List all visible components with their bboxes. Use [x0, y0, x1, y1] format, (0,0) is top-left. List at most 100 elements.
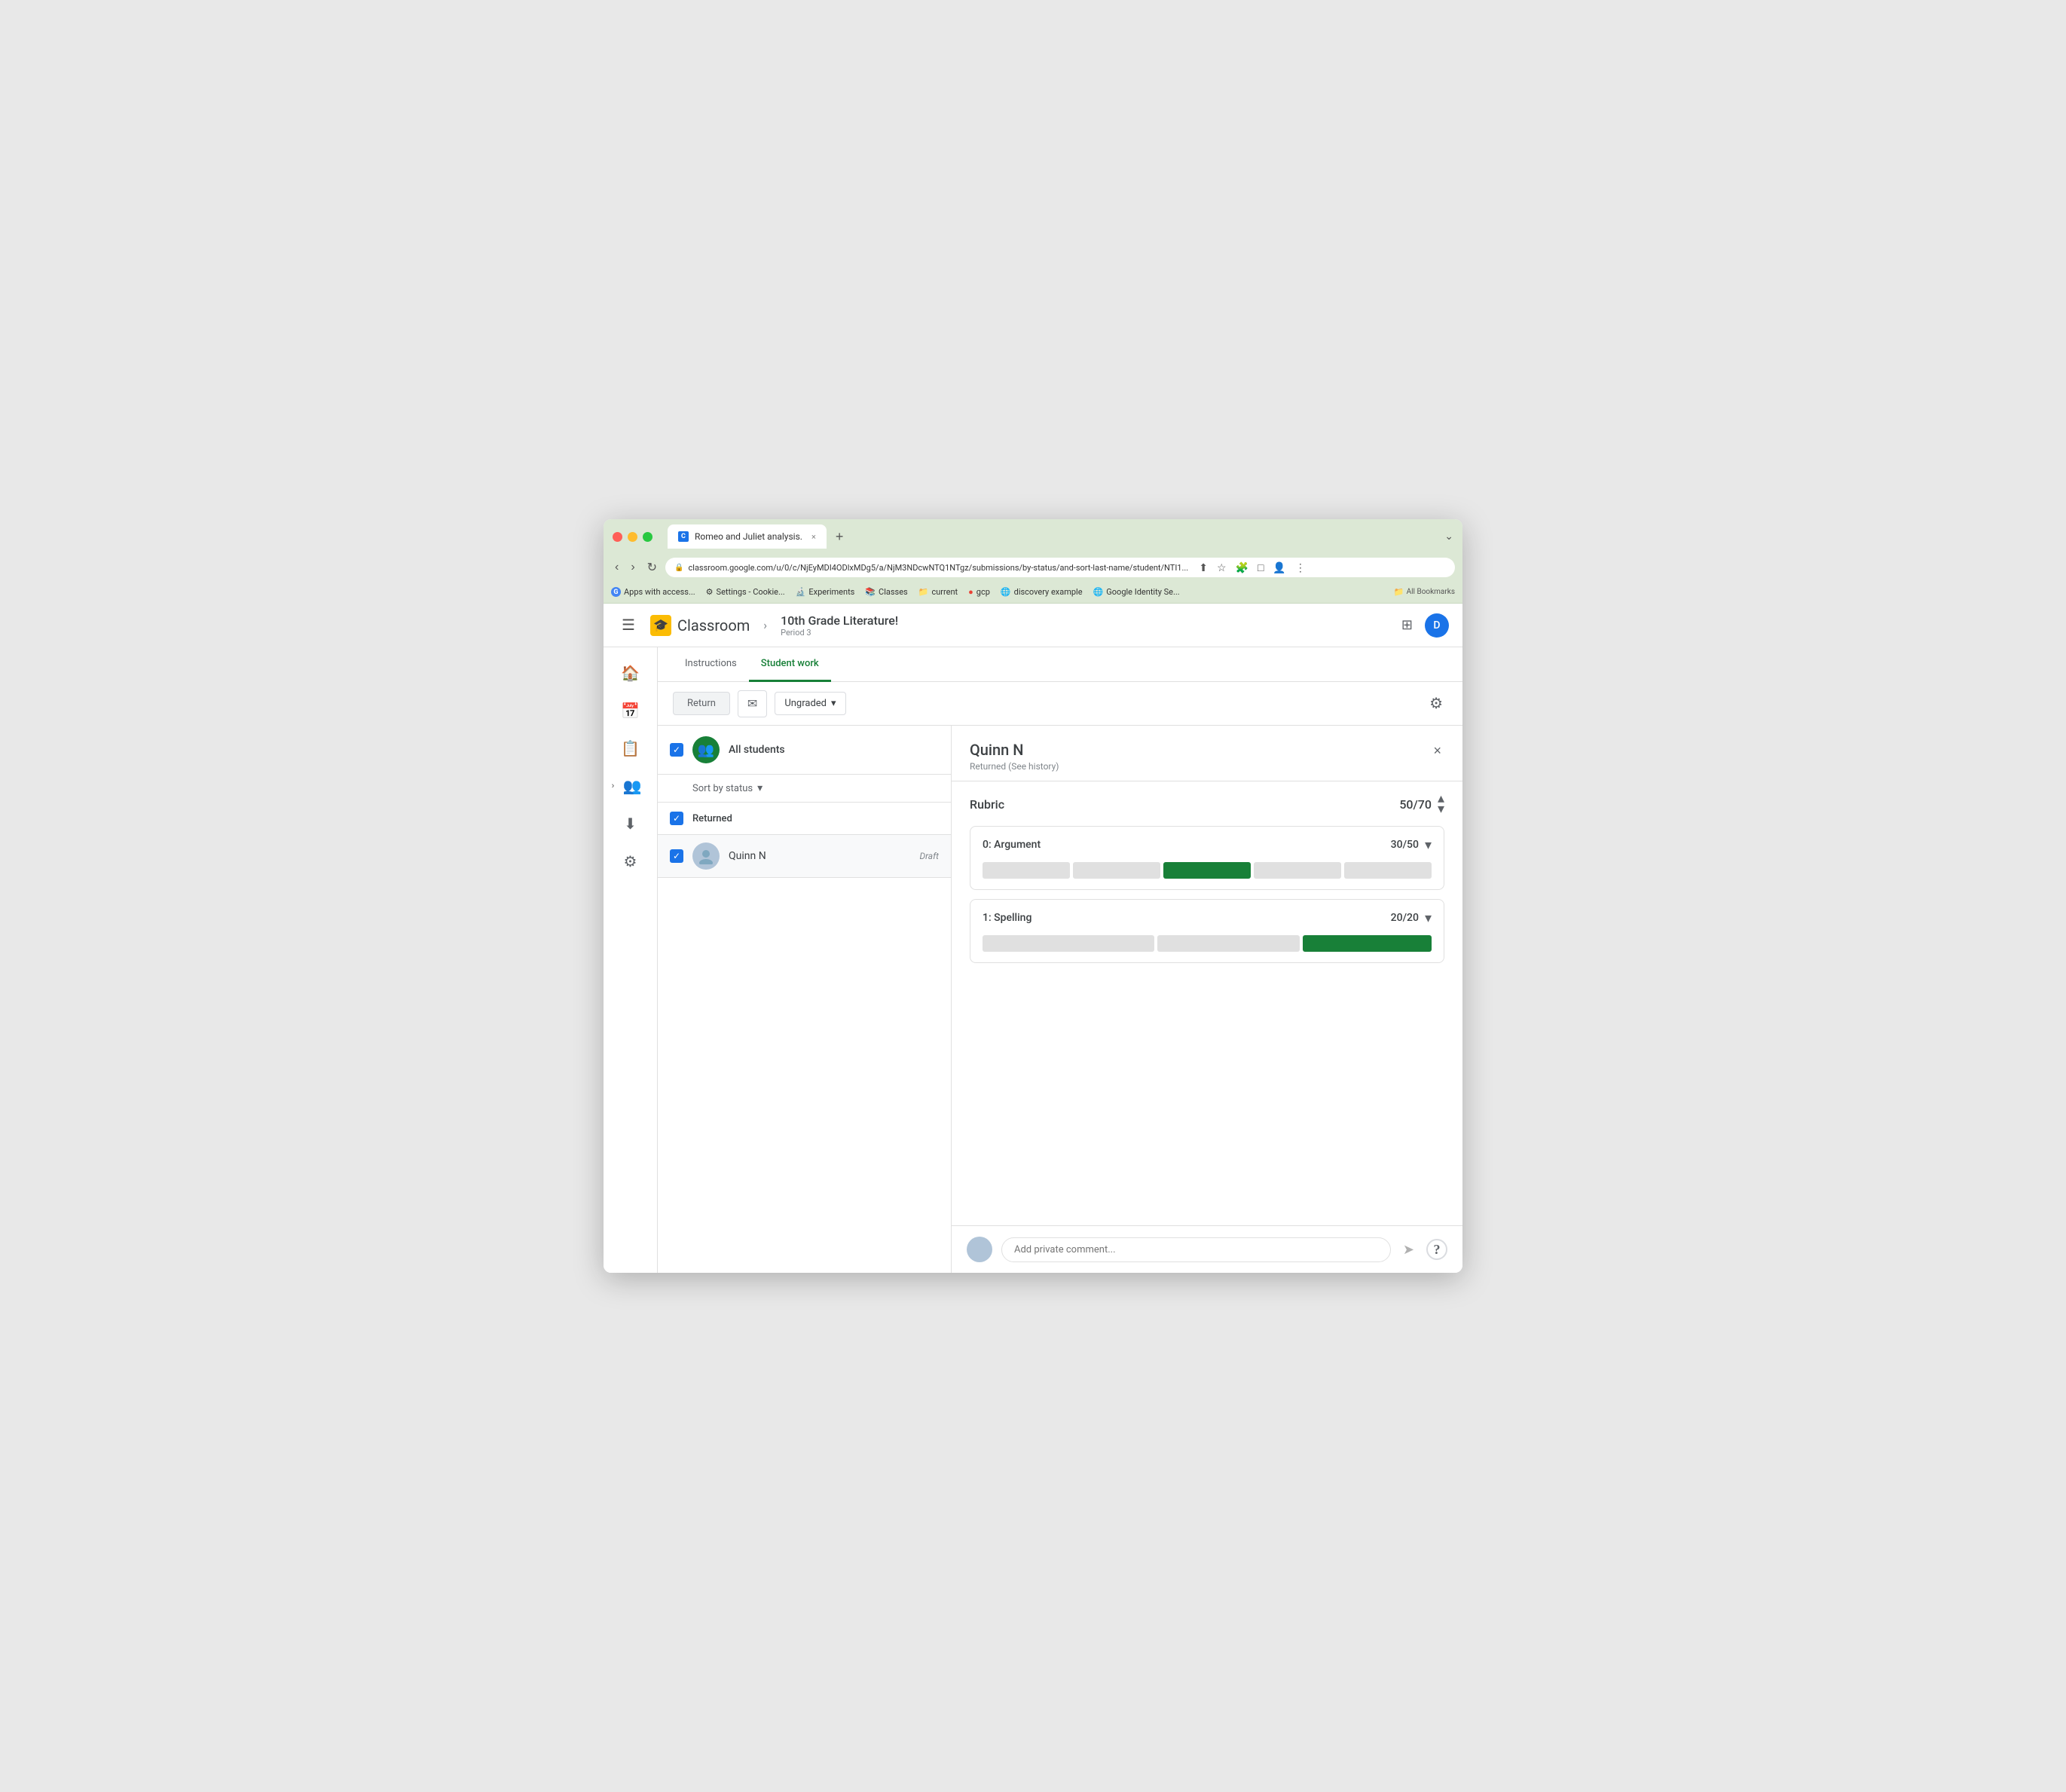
- rubric-score-toggle[interactable]: ▴▾: [1438, 794, 1444, 815]
- tab-instructions[interactable]: Instructions: [673, 647, 749, 682]
- work-split: ✓ 👥 All students Sort by status ▾: [658, 726, 1462, 1273]
- criterion-expand-icon[interactable]: ▾: [1425, 837, 1432, 853]
- sidebar-expand-people-button[interactable]: ›: [612, 781, 615, 790]
- app-header: ☰ 🎓 Classroom › 10th Grade Literature! P…: [604, 604, 1462, 647]
- send-comment-button[interactable]: ➤: [1400, 1239, 1417, 1261]
- bookmark-icon[interactable]: ☆: [1214, 560, 1230, 576]
- student-checkbox[interactable]: ✓: [670, 849, 683, 863]
- chevron-down-icon: ▾: [831, 698, 836, 709]
- bookmark-settings[interactable]: ⚙ Settings - Cookie...: [706, 587, 785, 597]
- sidebar: 🏠 📅 📋 › 👥 ⬇ ⚙: [604, 647, 658, 1273]
- detail-close-button[interactable]: ×: [1430, 741, 1444, 760]
- lock-icon: 🔒: [674, 564, 683, 572]
- active-tab[interactable]: C Romeo and Juliet analysis. ×: [668, 524, 827, 549]
- bookmark-classes[interactable]: 📚 Classes: [865, 587, 907, 597]
- sidebar-assignment-button[interactable]: 📋: [614, 732, 647, 765]
- forward-button[interactable]: ›: [627, 558, 638, 576]
- criterion-spelling: 1: Spelling 20/20 ▾: [970, 899, 1444, 963]
- spelling-score-bar: [983, 935, 1432, 952]
- tab-navigation: Instructions Student work: [658, 647, 1462, 682]
- sidebar-download-button[interactable]: ⬇: [614, 807, 647, 840]
- bar-segment-2[interactable]: [1157, 935, 1300, 952]
- share-icon[interactable]: ⬆: [1196, 560, 1211, 576]
- extensions-icon[interactable]: 🧩: [1233, 560, 1252, 576]
- tab-close-icon[interactable]: ×: [811, 532, 816, 542]
- student-name: Quinn N: [729, 850, 910, 862]
- minimize-traffic-light[interactable]: [628, 532, 637, 542]
- return-button[interactable]: Return: [673, 692, 730, 715]
- sidebar-toggle[interactable]: □: [1255, 560, 1267, 575]
- email-button[interactable]: ✉: [738, 690, 767, 717]
- bookmark-discovery[interactable]: 🌐 discovery example: [1001, 587, 1083, 597]
- student-detail: Quinn N Returned (See history) × Rubric: [952, 726, 1462, 1273]
- close-traffic-light[interactable]: [613, 532, 622, 542]
- bar-segment-4[interactable]: [1254, 862, 1341, 879]
- bar-segment-3-selected[interactable]: [1303, 935, 1432, 952]
- check-icon: ✓: [673, 745, 680, 755]
- address-actions: ⬆ ☆ 🧩 □ 👤 ⋮: [1196, 560, 1309, 576]
- student-status-badge: Draft: [919, 851, 939, 861]
- all-bookmarks[interactable]: 📁 All Bookmarks: [1394, 587, 1455, 597]
- help-button[interactable]: ?: [1426, 1239, 1447, 1260]
- bookmark-google-identity[interactable]: 🌐 Google Identity Se...: [1093, 587, 1180, 597]
- hamburger-menu[interactable]: ☰: [617, 611, 640, 639]
- bar-segment-3-selected[interactable]: [1163, 862, 1251, 879]
- criterion-expand-icon[interactable]: ▾: [1425, 910, 1432, 926]
- grade-select[interactable]: Ungraded ▾: [775, 692, 845, 715]
- classroom-icon: 🎓: [650, 615, 671, 636]
- check-icon: ✓: [673, 813, 680, 824]
- criterion-score: 30/50: [1391, 839, 1419, 851]
- back-button[interactable]: ‹: [611, 558, 622, 576]
- bookmark-label: gcp: [976, 587, 990, 597]
- avatar[interactable]: D: [1425, 613, 1449, 638]
- more-icon[interactable]: ⋮: [1292, 560, 1309, 576]
- all-students-icon: 👥: [692, 736, 720, 763]
- all-students-row: ✓ 👥 All students: [658, 726, 951, 775]
- app-area: ☰ 🎓 Classroom › 10th Grade Literature! P…: [604, 604, 1462, 1273]
- browser-window: C Romeo and Juliet analysis. × + ⌄ ‹ › ↻…: [604, 519, 1462, 1273]
- sort-label: Sort by status: [692, 783, 753, 794]
- bar-segment-2[interactable]: [1073, 862, 1160, 879]
- apps-grid-button[interactable]: ⊞: [1397, 613, 1417, 638]
- breadcrumb-arrow: ›: [763, 618, 767, 632]
- bookmark-label: discovery example: [1014, 587, 1083, 597]
- sort-arrow-icon[interactable]: ▾: [757, 782, 763, 794]
- maximize-traffic-light[interactable]: [643, 532, 653, 542]
- criterion-spelling-header: 1: Spelling 20/20 ▾: [983, 910, 1432, 926]
- app-name: Classroom: [677, 616, 750, 635]
- bar-segment-1[interactable]: [983, 935, 1154, 952]
- sidebar-calendar-button[interactable]: 📅: [614, 694, 647, 727]
- criterion-argument: 0: Argument 30/50 ▾: [970, 826, 1444, 890]
- bar-segment-5[interactable]: [1344, 862, 1432, 879]
- all-students-checkbox[interactable]: ✓: [670, 743, 683, 757]
- bookmark-label: Classes: [879, 587, 908, 597]
- detail-header: Quinn N Returned (See history) ×: [952, 726, 1462, 781]
- student-row[interactable]: ✓ Quinn N Draft: [658, 835, 951, 878]
- sidebar-settings-button[interactable]: ⚙: [614, 845, 647, 878]
- bookmark-current[interactable]: 📁 current: [918, 587, 958, 597]
- tab-bar: C Romeo and Juliet analysis. × +: [668, 524, 849, 549]
- comment-input[interactable]: [1001, 1237, 1391, 1262]
- address-bar: ‹ › ↻ 🔒 classroom.google.com/u/0/c/NjEyM…: [604, 554, 1462, 581]
- content-area: Instructions Student work Return ✉ Ungra…: [658, 647, 1462, 1273]
- sidebar-home-button[interactable]: 🏠: [614, 656, 647, 690]
- toolbar: Return ✉ Ungraded ▾ ⚙: [658, 682, 1462, 726]
- bookmark-apps[interactable]: G Apps with access...: [611, 587, 695, 597]
- bookmark-experiments[interactable]: 🔬 Experiments: [796, 587, 855, 597]
- bookmark-gcp[interactable]: ● gcp: [968, 587, 990, 597]
- sidebar-people-button[interactable]: 👥: [616, 769, 649, 803]
- tab-title: Romeo and Juliet analysis.: [695, 531, 802, 542]
- reload-button[interactable]: ↻: [643, 558, 661, 577]
- address-box[interactable]: 🔒 classroom.google.com/u/0/c/NjEyMDI4ODl…: [665, 558, 1455, 577]
- argument-score-bar: [983, 862, 1432, 879]
- new-tab-button[interactable]: +: [830, 526, 850, 548]
- bar-segment-1[interactable]: [983, 862, 1070, 879]
- profile-icon[interactable]: 👤: [1270, 560, 1288, 576]
- course-info: 10th Grade Literature! Period 3: [781, 613, 898, 638]
- settings-button[interactable]: ⚙: [1425, 690, 1447, 717]
- bookmark-label: current: [931, 587, 958, 597]
- tab-student-work[interactable]: Student work: [749, 647, 831, 682]
- returned-checkbox[interactable]: ✓: [670, 812, 683, 825]
- tab-chevron-icon[interactable]: ⌄: [1444, 531, 1453, 543]
- course-period: Period 3: [781, 628, 898, 638]
